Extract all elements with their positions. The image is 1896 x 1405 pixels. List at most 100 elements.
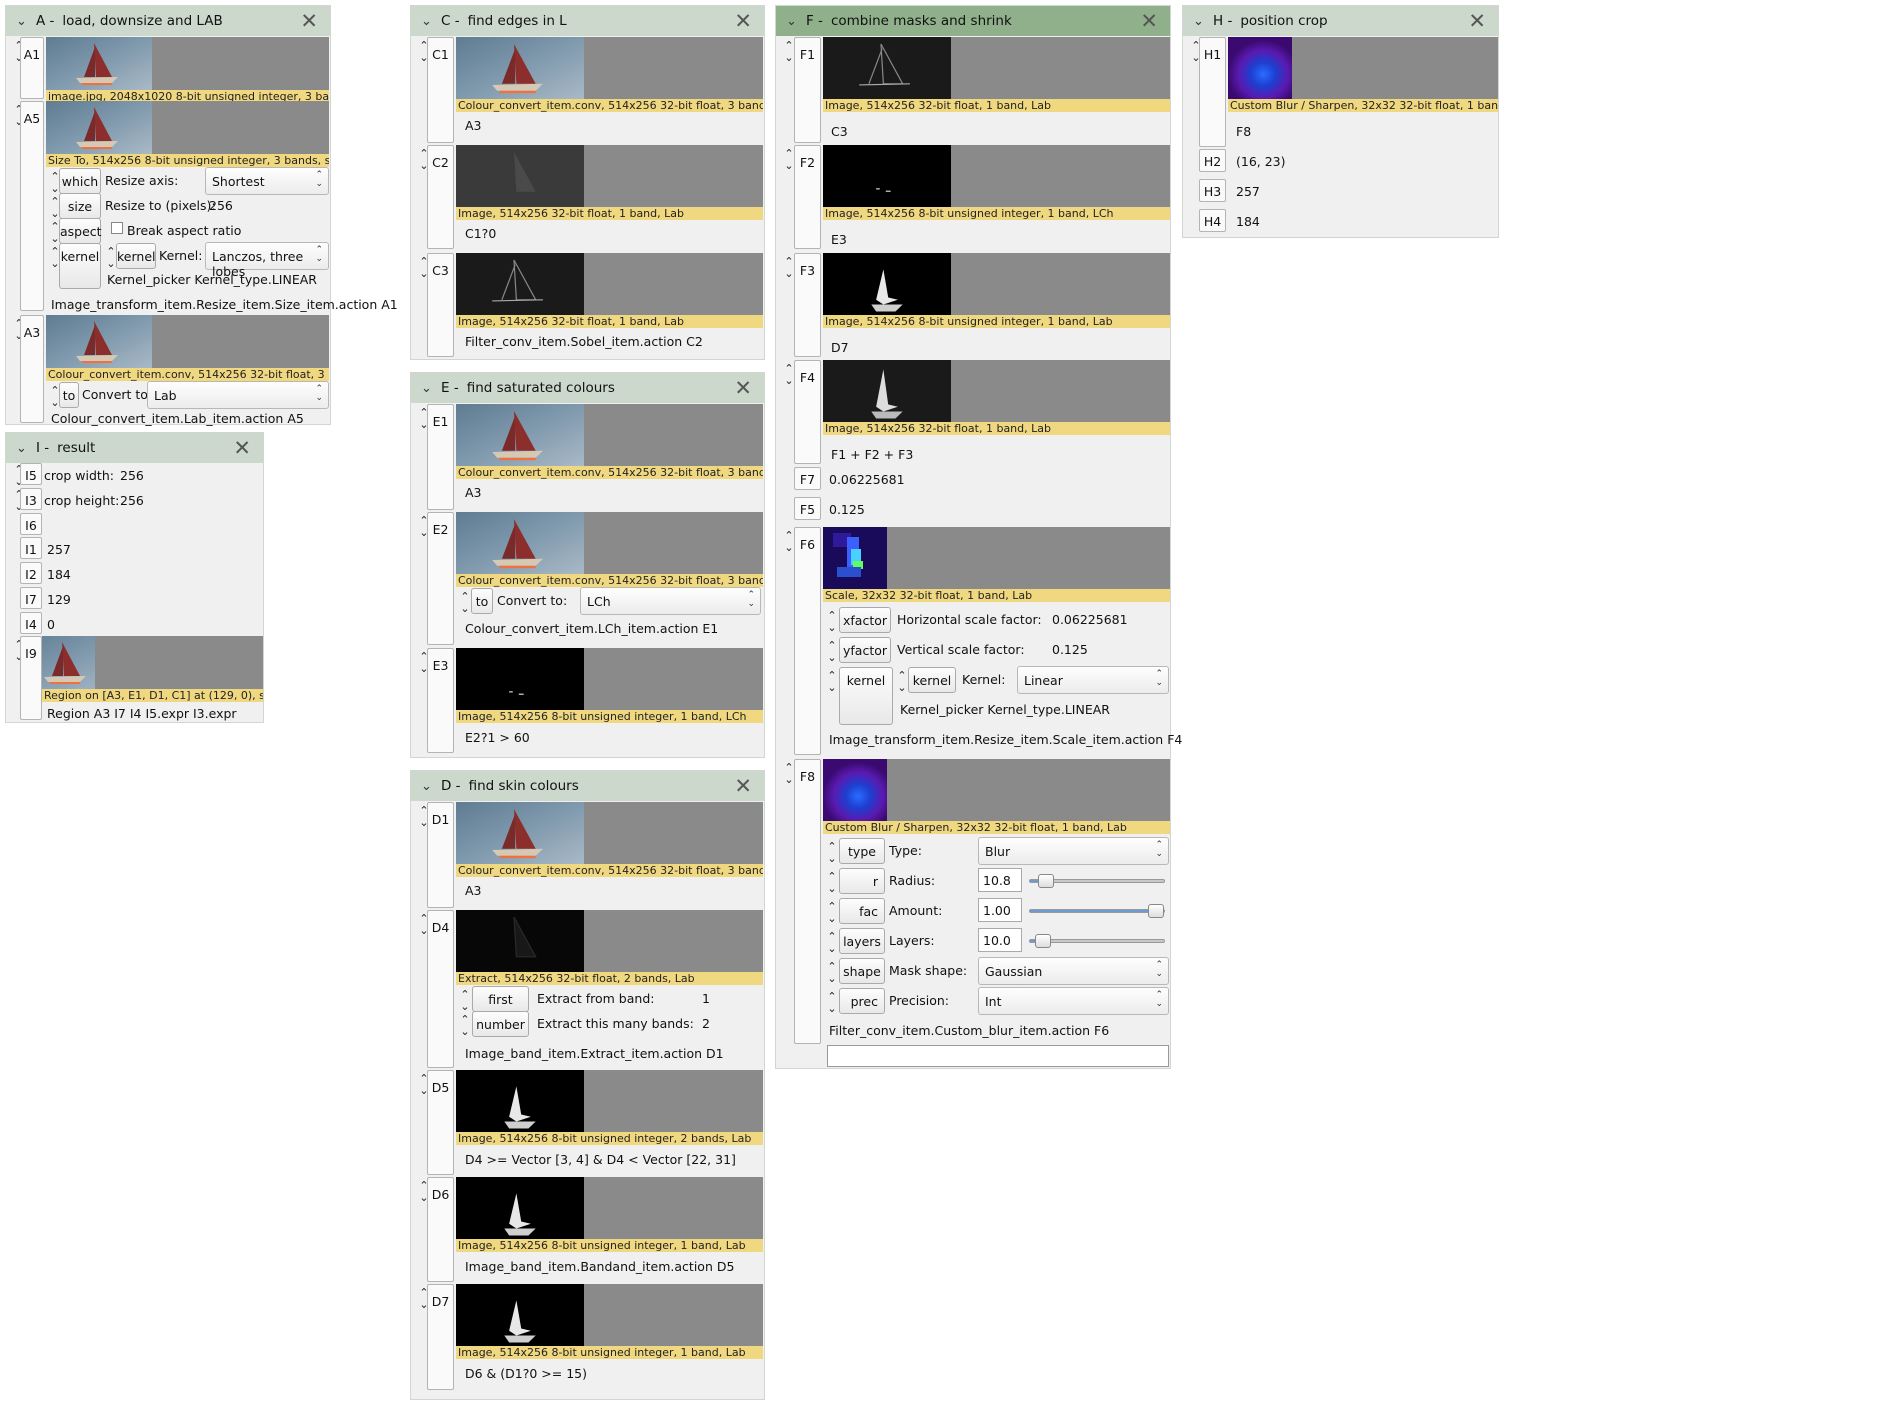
workspace-f-header[interactable]: ⌄ F - combine masks and shrink ✕ — [776, 6, 1170, 36]
radius-button[interactable]: r — [839, 868, 885, 894]
chevron-down-icon[interactable]: ⌄ — [786, 14, 806, 29]
chevron-down-icon[interactable]: ⌄ — [421, 14, 441, 29]
break-aspect-checkbox[interactable] — [111, 222, 123, 234]
image-thumbnail[interactable] — [456, 648, 763, 710]
close-icon[interactable]: ✕ — [734, 775, 752, 797]
image-thumbnail[interactable] — [46, 37, 329, 90]
row-label-i3[interactable]: I3 — [20, 488, 42, 510]
row-label-i4[interactable]: I4 — [20, 612, 42, 634]
row-label-f5[interactable]: F5 — [794, 497, 821, 520]
chevron-down-icon[interactable]: ⌄ — [421, 779, 441, 794]
image-thumbnail[interactable] — [456, 37, 763, 99]
workspace-c-header[interactable]: ⌄ C - find edges in L ✕ — [411, 6, 764, 36]
row-label-f2[interactable]: F2 — [794, 145, 821, 249]
row-label-i7[interactable]: I7 — [20, 587, 42, 609]
convert-to-select[interactable]: Lab ⌃ ⌄ — [147, 381, 329, 409]
row-label-a5[interactable]: A5 — [20, 101, 44, 311]
close-icon[interactable]: ✕ — [233, 437, 251, 459]
close-icon[interactable]: ✕ — [734, 10, 752, 32]
row-label-e1[interactable]: E1 — [427, 404, 454, 510]
row-label-d5[interactable]: D5 — [427, 1070, 454, 1175]
row-label-f6[interactable]: F6 — [794, 527, 821, 755]
chevron-down-icon[interactable]: ⌄ — [16, 441, 36, 456]
shape-button[interactable]: shape — [839, 958, 885, 984]
resize-axis-select[interactable]: Shortest ⌃ ⌄ — [205, 167, 329, 195]
image-thumbnail[interactable] — [456, 1284, 763, 1346]
to-button[interactable]: to — [471, 588, 493, 614]
layers-slider[interactable] — [1029, 934, 1165, 948]
chevron-down-icon[interactable]: ⌄ — [1193, 14, 1213, 29]
row-label-h3[interactable]: H3 — [1199, 179, 1226, 202]
image-thumbnail[interactable] — [823, 360, 1170, 422]
workspace-a-header[interactable]: ⌄ A - load, downsize and LAB ✕ — [6, 6, 330, 36]
new-expression-input[interactable] — [827, 1045, 1169, 1067]
workspace-h-header[interactable]: ⌄ H - position crop ✕ — [1183, 6, 1498, 36]
image-thumbnail[interactable] — [455, 252, 763, 316]
amount-input[interactable]: 1.00 — [978, 898, 1022, 922]
type-select[interactable]: Blur ⌃ ⌄ — [978, 837, 1169, 865]
image-thumbnail[interactable] — [456, 145, 763, 207]
slider-handle[interactable] — [1035, 934, 1052, 948]
workspace-i-header[interactable]: ⌄ I - result ✕ — [6, 433, 263, 463]
row-label-e3[interactable]: E3 — [427, 648, 454, 753]
image-thumbnail[interactable] — [822, 36, 1170, 100]
row-label-h2[interactable]: H2 — [1199, 149, 1226, 172]
image-thumbnail[interactable] — [1228, 37, 1498, 99]
workspace-d-header[interactable]: ⌄ D - find skin colours ✕ — [411, 771, 764, 801]
image-thumbnail[interactable] — [46, 101, 329, 154]
row-label-i2[interactable]: I2 — [20, 562, 42, 584]
kernel-button[interactable]: kernel — [59, 243, 101, 289]
size-button[interactable]: size — [59, 193, 101, 219]
aspect-button[interactable]: aspect — [59, 218, 102, 244]
row-label-f4[interactable]: F4 — [794, 360, 821, 464]
row-label-a1[interactable]: A1 — [20, 37, 44, 99]
row-label-i1[interactable]: I1 — [20, 537, 42, 559]
image-thumbnail[interactable] — [456, 404, 763, 466]
row-label-f8[interactable]: F8 — [794, 759, 821, 1044]
close-icon[interactable]: ✕ — [1468, 10, 1486, 32]
image-thumbnail[interactable] — [456, 802, 763, 864]
row-label-f1[interactable]: F1 — [794, 37, 821, 143]
row-label-c3[interactable]: C3 — [427, 253, 454, 357]
xfactor-button[interactable]: xfactor — [839, 607, 891, 633]
row-label-h4[interactable]: H4 — [1199, 209, 1226, 232]
close-icon[interactable]: ✕ — [734, 377, 752, 399]
radius-slider[interactable] — [1029, 874, 1165, 888]
number-button[interactable]: number — [472, 1011, 529, 1037]
mask-shape-select[interactable]: Gaussian ⌃ ⌄ — [978, 957, 1169, 985]
slider-handle[interactable] — [1148, 904, 1164, 918]
type-button[interactable]: type — [839, 838, 885, 864]
layers-input[interactable]: 10.0 — [978, 928, 1022, 952]
slider-handle[interactable] — [1038, 874, 1055, 888]
first-button[interactable]: first — [472, 986, 529, 1012]
to-button[interactable]: to — [59, 382, 79, 408]
row-label-i9[interactable]: I9 — [20, 636, 42, 720]
row-label-e2[interactable]: E2 — [427, 512, 454, 645]
radius-input[interactable]: 10.8 — [978, 868, 1022, 892]
amount-button[interactable]: fac — [839, 898, 885, 924]
chevron-down-icon[interactable]: ⌄ — [421, 381, 441, 396]
row-label-d7[interactable]: D7 — [427, 1284, 454, 1390]
row-label-f3[interactable]: F3 — [794, 253, 821, 357]
image-thumbnail[interactable] — [456, 910, 763, 972]
which-button[interactable]: which — [59, 168, 101, 194]
chevron-down-icon[interactable]: ⌄ — [16, 14, 36, 29]
row-label-d4[interactable]: D4 — [427, 910, 454, 1068]
row-label-d6[interactable]: D6 — [427, 1177, 454, 1282]
row-label-i5[interactable]: I5 — [20, 463, 42, 485]
row-label-d1[interactable]: D1 — [427, 802, 454, 908]
workspace-e-header[interactable]: ⌄ E - find saturated colours ✕ — [411, 373, 764, 403]
row-label-i6[interactable]: I6 — [20, 513, 42, 535]
kernel-select[interactable]: Lanczos, three lobes ⌃ ⌄ — [205, 242, 329, 279]
row-label-c1[interactable]: C1 — [427, 37, 454, 143]
close-icon[interactable]: ✕ — [300, 10, 318, 32]
image-thumbnail[interactable] — [823, 527, 1170, 589]
convert-to-select[interactable]: LCh ⌃ ⌄ — [580, 587, 761, 615]
row-label-a3[interactable]: A3 — [20, 315, 44, 423]
row-label-f7[interactable]: F7 — [794, 467, 821, 490]
amount-slider[interactable] — [1029, 904, 1165, 918]
image-thumbnail[interactable] — [456, 1070, 763, 1132]
row-label-c2[interactable]: C2 — [427, 145, 454, 249]
kernel-button[interactable]: kernel — [839, 667, 893, 725]
image-thumbnail[interactable] — [46, 315, 329, 368]
